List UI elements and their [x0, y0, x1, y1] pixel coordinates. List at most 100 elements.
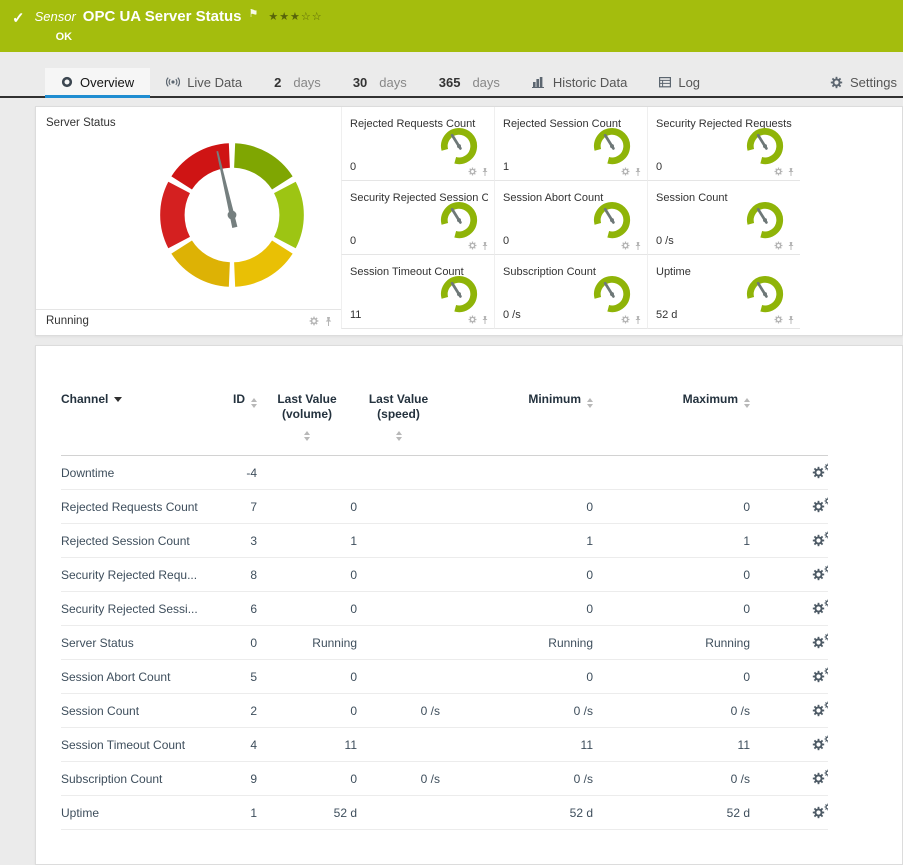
- last-value-speed: [357, 558, 440, 592]
- header-channel[interactable]: Channel: [61, 388, 213, 456]
- log-icon: [659, 77, 671, 88]
- gauge-tile-subscription-count: Subscription Count 0 /s: [494, 255, 647, 329]
- tab-log[interactable]: Log: [643, 68, 716, 96]
- tab-overview-label: Overview: [80, 75, 134, 90]
- channel-settings-icon[interactable]: [812, 599, 828, 615]
- server-status-title: Server Status: [46, 117, 341, 129]
- channel-gear-icon[interactable]: [774, 315, 783, 325]
- channel-name[interactable]: Downtime: [61, 456, 213, 490]
- header-minimum[interactable]: Minimum: [440, 388, 593, 456]
- channel-settings-icon[interactable]: [812, 633, 828, 649]
- last-value-volume: 0: [257, 490, 357, 524]
- gauge-value: 0 /s: [503, 309, 521, 321]
- channel-settings-icon[interactable]: [812, 803, 828, 819]
- channel-name[interactable]: Uptime: [61, 796, 213, 830]
- tab-log-label: Log: [678, 75, 700, 90]
- tab-30-days-number: 30: [353, 75, 367, 90]
- gauge-value: 0: [656, 161, 662, 173]
- header-settings: [750, 388, 828, 456]
- flag-icon[interactable]: ⚑: [248, 7, 258, 20]
- header-id[interactable]: ID: [213, 388, 257, 456]
- pin-icon[interactable]: [787, 315, 795, 325]
- channel-gear-icon[interactable]: [774, 241, 783, 251]
- channel-name[interactable]: Rejected Requests Count: [61, 490, 213, 524]
- gauge-tile-security-rejected-session: Security Rejected Session Co... 0: [341, 181, 494, 255]
- channel-name[interactable]: Server Status: [61, 626, 213, 660]
- tab-overview[interactable]: Overview: [45, 68, 150, 96]
- maximum-value: 0: [593, 558, 750, 592]
- gauges-panel: Server Status Running Rej: [35, 106, 903, 336]
- channel-settings-icon[interactable]: [812, 735, 828, 751]
- tab-settings[interactable]: Settings: [814, 68, 903, 96]
- sort-icon: [304, 431, 310, 441]
- channel-gear-icon[interactable]: [468, 167, 477, 177]
- minimum-value: 52 d: [440, 796, 593, 830]
- tab-historic-data-label: Historic Data: [553, 75, 627, 90]
- pin-icon[interactable]: [481, 315, 489, 325]
- gauge-dial: [437, 271, 481, 313]
- gauge-value: 0: [503, 235, 509, 247]
- tab-365-days-unit: days: [472, 75, 499, 90]
- tab-2-days[interactable]: 2 days: [258, 68, 337, 96]
- channel-id: 1: [213, 796, 257, 830]
- channel-settings-icon[interactable]: [812, 463, 828, 479]
- channel-table-panel: Channel ID Last Value(volume) Last Value…: [35, 345, 903, 865]
- tab-30-days[interactable]: 30 days: [337, 68, 423, 96]
- table-row: Downtime -4: [61, 456, 828, 490]
- maximum-value: Running: [593, 626, 750, 660]
- channel-gear-icon[interactable]: [621, 241, 630, 251]
- pin-icon[interactable]: [634, 241, 642, 251]
- tab-365-days[interactable]: 365 days: [423, 68, 516, 96]
- last-value-volume: Running: [257, 626, 357, 660]
- channel-gear-icon[interactable]: [774, 167, 783, 177]
- channel-gear-icon[interactable]: [621, 315, 630, 325]
- channel-gear-icon[interactable]: [468, 241, 477, 251]
- pin-icon[interactable]: [481, 241, 489, 251]
- table-row: Rejected Session Count 3 1 1 1: [61, 524, 828, 558]
- minimum-value: [440, 456, 593, 490]
- pin-icon[interactable]: [787, 241, 795, 251]
- maximum-value: 0: [593, 490, 750, 524]
- channel-name[interactable]: Rejected Session Count: [61, 524, 213, 558]
- priority-stars[interactable]: ★★★☆☆: [268, 10, 322, 23]
- pin-icon[interactable]: [481, 167, 489, 177]
- gauge-value: 11: [350, 309, 361, 321]
- channel-settings-icon[interactable]: [812, 769, 828, 785]
- sensor-kind-label: Sensor: [35, 9, 76, 24]
- stars-filled: ★★★: [268, 11, 301, 23]
- overview-icon: [61, 76, 73, 88]
- tab-live-data[interactable]: Live Data: [150, 68, 258, 96]
- channel-name[interactable]: Security Rejected Requ...: [61, 558, 213, 592]
- gauge-tile-uptime: Uptime 52 d: [647, 255, 800, 329]
- pin-icon[interactable]: [634, 315, 642, 325]
- channel-settings-icon[interactable]: [812, 497, 828, 513]
- last-value-volume: 11: [257, 728, 357, 762]
- last-value-volume: 0: [257, 592, 357, 626]
- channel-id: 3: [213, 524, 257, 558]
- channel-name[interactable]: Subscription Count: [61, 762, 213, 796]
- table-row: Uptime 1 52 d 52 d 52 d: [61, 796, 828, 830]
- last-value-speed: [357, 592, 440, 626]
- channel-settings-icon[interactable]: [812, 565, 828, 581]
- channel-name[interactable]: Security Rejected Sessi...: [61, 592, 213, 626]
- channel-settings-icon[interactable]: [812, 701, 828, 717]
- pin-icon[interactable]: [787, 167, 795, 177]
- pin-icon[interactable]: [324, 316, 333, 327]
- channel-gear-icon[interactable]: [468, 315, 477, 325]
- channel-name[interactable]: Session Abort Count: [61, 660, 213, 694]
- header-last-value-speed[interactable]: Last Value(speed): [357, 388, 440, 456]
- channel-gear-icon[interactable]: [621, 167, 630, 177]
- server-status-value: Running: [46, 315, 89, 327]
- header-maximum[interactable]: Maximum: [593, 388, 750, 456]
- header-last-value-volume[interactable]: Last Value(volume): [257, 388, 357, 456]
- gauge-dial: [590, 271, 634, 313]
- table-header-row: Channel ID Last Value(volume) Last Value…: [61, 388, 828, 456]
- channel-name[interactable]: Session Count: [61, 694, 213, 728]
- channel-name[interactable]: Session Timeout Count: [61, 728, 213, 762]
- channel-gear-icon[interactable]: [309, 316, 319, 326]
- tab-30-days-unit: days: [379, 75, 406, 90]
- pin-icon[interactable]: [634, 167, 642, 177]
- channel-settings-icon[interactable]: [812, 531, 828, 547]
- tab-historic-data[interactable]: Historic Data: [516, 68, 643, 96]
- channel-settings-icon[interactable]: [812, 667, 828, 683]
